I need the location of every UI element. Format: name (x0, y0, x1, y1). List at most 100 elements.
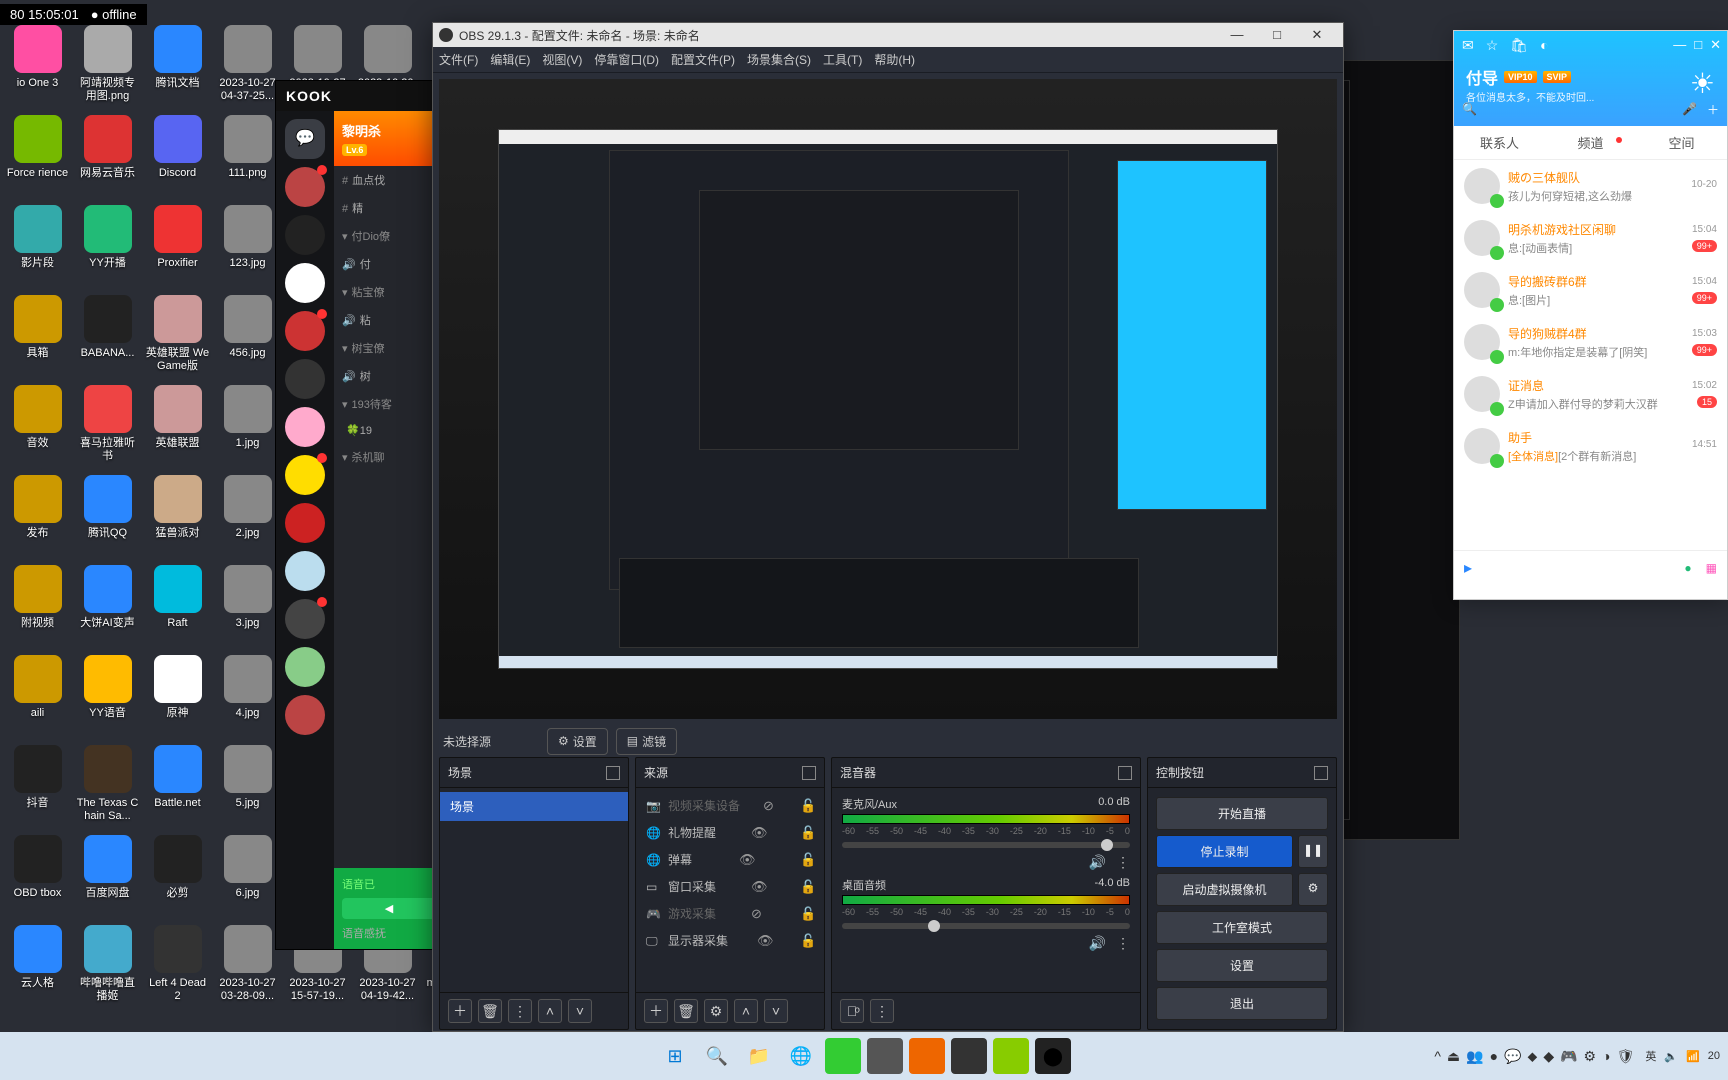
taskbar-kook-icon[interactable] (993, 1038, 1029, 1074)
add-scene-button[interactable]: ＋ (448, 999, 472, 1023)
desktop-shortcut[interactable]: 英雄联盟 WeGame版 (145, 295, 210, 373)
kook-server-icon[interactable] (285, 647, 325, 687)
taskbar-time[interactable]: 20 (1708, 1050, 1720, 1062)
desktop-shortcut[interactable]: 猛兽派对 (145, 475, 210, 540)
sources-popout-icon[interactable] (802, 766, 816, 780)
kook-server-icon[interactable] (285, 455, 325, 495)
kook-voice-status-bar[interactable]: 语音已 ◀ 语音感抚 (334, 868, 444, 949)
tray-icon[interactable]: ⬥ (1528, 1048, 1538, 1064)
scene-filter-button[interactable]: ⋮ (508, 999, 532, 1023)
source-row[interactable]: 📷视频采集设备⊘🔓 (636, 792, 824, 819)
obs-titlebar[interactable]: OBS 29.1.3 - 配置文件: 未命名 - 场景: 未命名 ― □ ✕ (433, 23, 1343, 47)
visibility-toggle-icon[interactable]: 👁 (739, 852, 753, 868)
desktop-shortcut[interactable]: 111.png (215, 115, 280, 180)
kook-server-icon[interactable] (285, 695, 325, 735)
desktop-shortcut[interactable]: 阿靖视频专用图.png (75, 25, 140, 103)
taskbar-app-2[interactable] (867, 1038, 903, 1074)
kook-server-icon[interactable] (285, 407, 325, 447)
qq-mic-icon[interactable]: 🎤 (1682, 102, 1697, 116)
desktop-shortcut[interactable]: 123.jpg (215, 205, 280, 270)
tray-icon[interactable]: ◑ (1602, 1048, 1610, 1064)
taskbar-app-3[interactable] (909, 1038, 945, 1074)
studio-mode-button[interactable]: 工作室模式 (1156, 911, 1328, 944)
lock-toggle-icon[interactable]: 🔓 (800, 825, 814, 841)
tray-icon[interactable]: ◆ (1543, 1048, 1554, 1064)
kook-channel[interactable]: 🔊粘 (334, 306, 444, 334)
taskbar-obs-icon[interactable]: ⬤ (1035, 1038, 1071, 1074)
kook-server-header[interactable]: 黎明杀 Lv.6 (334, 111, 444, 166)
tray-icon[interactable]: 💬 (1504, 1048, 1521, 1064)
desktop-shortcut[interactable]: 英雄联盟 (145, 385, 210, 450)
tray-icon[interactable]: 👥 (1466, 1048, 1483, 1064)
qq-minimize-button[interactable]: ― (1673, 37, 1686, 53)
scene-down-button[interactable]: ˅ (568, 999, 592, 1023)
kook-category[interactable]: ▾树宝僚 (334, 334, 444, 362)
desktop-shortcut[interactable]: Force rience (5, 115, 70, 180)
search-icon[interactable]: 🔍 (1462, 102, 1477, 116)
source-up-button[interactable]: ˄ (734, 999, 758, 1023)
desktop-shortcut[interactable]: 1.jpg (215, 385, 280, 450)
kook-window[interactable]: KOOK 💬 黎明杀 Lv.6 #血点伐#精▾付Dio僚🔊付▾粘宝僚🔊粘▾树宝僚… (275, 80, 445, 950)
volume-slider[interactable] (842, 923, 1130, 929)
desktop-shortcut[interactable]: 2023-10-27 04-37-25... (215, 25, 280, 103)
kook-category[interactable]: ▾杀机聊 (334, 443, 444, 471)
kook-category[interactable]: ▾193待客 (334, 390, 444, 418)
maximize-button[interactable]: □ (1257, 27, 1297, 43)
desktop-shortcut[interactable]: The Texas Chain Sa... (75, 745, 140, 823)
visibility-toggle-icon[interactable]: ⊘ (751, 906, 765, 922)
qq-conversation-item[interactable]: 证消息Z申请加入群付导的梦莉大汉群15:0215 (1454, 368, 1727, 420)
tray-icons-group[interactable]: ^⏏👥●💬⬥◆🎮⚙◑🛡 (1431, 1048, 1637, 1065)
start-virtual-camera-button[interactable]: 启动虚拟摄像机 (1156, 873, 1293, 906)
qq-window-buttons[interactable]: ―□✕ (1673, 37, 1721, 53)
minimize-button[interactable]: ― (1217, 27, 1257, 43)
taskbar-center-apps[interactable]: ⊞ 🔍 📁 🌐 ⬤ (657, 1038, 1071, 1074)
obs-menu-item[interactable]: 编辑(E) (490, 51, 530, 68)
obs-menu-item[interactable]: 帮助(H) (874, 51, 915, 68)
kook-channel[interactable]: #血点伐 (334, 166, 444, 194)
desktop-shortcut[interactable]: Proxifier (145, 205, 210, 270)
qq-conversation-list[interactable]: 贼の三体舰队孩儿为何穿短裙,这么劲爆10-20明杀机游戏社区闲聊息:[动画表情]… (1454, 160, 1727, 550)
qq-conversation-item[interactable]: 导的狗贼群4群m:年地你指定是装幕了[阴笑]15:0399+ (1454, 316, 1727, 368)
source-down-button[interactable]: ˅ (764, 999, 788, 1023)
qq-user-name-row[interactable]: 付导 VIP10 SVIP (1466, 65, 1571, 89)
taskbar-app-1[interactable] (825, 1038, 861, 1074)
obs-window[interactable]: OBS 29.1.3 - 配置文件: 未命名 - 场景: 未命名 ― □ ✕ 文… (432, 22, 1344, 1032)
obs-menubar[interactable]: 文件(F)编辑(E)视图(V)停靠窗口(D)配置文件(P)场景集合(S)工具(T… (433, 47, 1343, 73)
lock-toggle-icon[interactable]: 🔓 (800, 879, 814, 895)
source-row[interactable]: 🌐弹幕👁🔓 (636, 846, 824, 873)
kook-server-icon[interactable] (285, 311, 325, 351)
desktop-shortcut[interactable]: 百度网盘 (75, 835, 140, 900)
kook-channel[interactable]: #精 (334, 194, 444, 222)
desktop-shortcut[interactable]: 具箱 (5, 295, 70, 360)
qq-conversation-item[interactable]: 导的搬砖群6群息:[图片]15:0499+ (1454, 264, 1727, 316)
desktop-shortcut[interactable]: 网易云音乐 (75, 115, 140, 180)
scene-row[interactable]: 场景 (440, 792, 628, 821)
desktop-shortcut[interactable]: 3.jpg (215, 565, 280, 630)
kook-voice-main-button[interactable]: ◀ (342, 898, 436, 919)
desktop-shortcut[interactable]: 哔噜哔噜直播姬 (75, 925, 140, 1003)
source-properties-button[interactable]: ⚙ 设置 (547, 728, 608, 755)
source-row[interactable]: 🌐礼物提醒👁🔓 (636, 819, 824, 846)
lock-toggle-icon[interactable]: 🔓 (800, 798, 814, 814)
tray-icon[interactable]: 🛡 (1617, 1048, 1635, 1064)
desktop-shortcut[interactable]: aili (5, 655, 70, 720)
tray-icon[interactable]: ● (1490, 1048, 1498, 1064)
desktop-shortcut[interactable]: 大饼AI变声 (75, 565, 140, 630)
qq-conversation-item[interactable]: 贼の三体舰队孩儿为何穿短裙,这么劲爆10-20 (1454, 160, 1727, 212)
desktop-shortcut[interactable]: 腾讯文档 (145, 25, 210, 90)
desktop-shortcut[interactable]: 2023-10-27 03-28-09... (215, 925, 280, 1003)
source-row[interactable]: ▭窗口采集👁🔓 (636, 873, 824, 900)
taskbar-edge-icon[interactable]: 🌐 (783, 1038, 819, 1074)
mixer-popout-icon[interactable] (1118, 766, 1132, 780)
weather-icon[interactable]: ☀ (1690, 67, 1715, 100)
visibility-toggle-icon[interactable]: 👁 (751, 825, 765, 841)
desktop-shortcut[interactable]: 4.jpg (215, 655, 280, 720)
qq-conversation-item[interactable]: 明杀机游戏社区闲聊息:[动画表情]15:0499+ (1454, 212, 1727, 264)
desktop-shortcut[interactable]: 抖音 (5, 745, 70, 810)
desktop-shortcut[interactable]: YY语音 (75, 655, 140, 720)
mixer-channel-menu-icon[interactable]: ⋮ (1116, 854, 1130, 871)
kook-home-button[interactable]: 💬 (285, 119, 325, 159)
qq-header-icon[interactable]: ✉ (1462, 37, 1474, 54)
mixer-menu-button[interactable]: ⋮ (870, 999, 894, 1023)
scene-up-button[interactable]: ˄ (538, 999, 562, 1023)
